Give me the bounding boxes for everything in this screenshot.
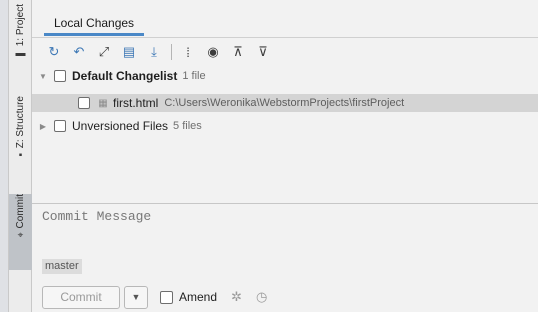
folder-icon: ▬ <box>15 48 26 60</box>
commit-button[interactable]: Commit <box>42 285 120 309</box>
commit-tool-window: Local Changes ↻ ↶ ⤢ ▤ ⤓ ⁞ ◉ ⊼ ⊽ ▼ Defaul… <box>32 0 538 312</box>
commit-icon: ⌖ <box>17 230 24 242</box>
side-tab-project[interactable]: 1: Project ▬ <box>9 4 32 82</box>
changelist-checkbox[interactable] <box>54 70 66 82</box>
side-tab-structure-label: Z: Structure <box>15 96 26 149</box>
history-icon[interactable]: ◷ <box>256 289 267 305</box>
changelist-row[interactable]: ▼ Default Changelist 1 file <box>32 67 538 85</box>
commit-actions: Commit ▼ Amend ✲ ◷ <box>42 285 538 309</box>
unversioned-row[interactable]: ▶ Unversioned Files 5 files <box>32 117 538 135</box>
side-tab-project-label: 1: Project <box>15 4 26 47</box>
file-name: first.html <box>113 96 159 110</box>
tab-local-changes[interactable]: Local Changes <box>44 14 145 36</box>
update-icon[interactable]: ⤓ <box>144 42 164 62</box>
tool-window-bar: 1: Project ▬ Z: Structure ▪ Commit ⌖ <box>9 0 32 312</box>
expand-arrow-icon[interactable]: ▶ <box>38 122 48 131</box>
rollback-icon[interactable]: ↶ <box>69 42 89 62</box>
amend-checkbox[interactable] <box>160 290 173 304</box>
structure-icon: ▪ <box>18 150 23 162</box>
unversioned-name: Unversioned Files <box>72 119 169 133</box>
gear-icon[interactable]: ✲ <box>231 289 242 305</box>
panel-divider[interactable] <box>32 203 538 204</box>
changelist-count: 1 file <box>182 70 206 82</box>
amend-label: Amend <box>179 290 218 304</box>
tab-bar: Local Changes <box>32 0 538 38</box>
shelve-icon[interactable]: ▤ <box>119 42 139 62</box>
file-checkbox[interactable] <box>78 97 90 109</box>
expand-all-icon[interactable]: ⊼ <box>228 42 248 62</box>
collapse-arrow-icon[interactable]: ▼ <box>38 72 48 81</box>
side-tab-commit-label: Commit <box>15 194 26 229</box>
file-path: C:\Users\Weronika\WebstormProjects\first… <box>164 97 405 109</box>
changes-tree: ▼ Default Changelist 1 file ▦ first.html… <box>32 65 538 203</box>
changelist-name: Default Changelist <box>72 69 178 83</box>
toolbar-separator <box>171 44 172 60</box>
group-by-icon[interactable]: ⁞ <box>178 42 198 62</box>
collapse-all-icon[interactable]: ⊽ <box>253 42 273 62</box>
side-tab-structure[interactable]: Z: Structure ▪ <box>9 96 32 186</box>
commit-options-dropdown[interactable]: ▼ <box>124 285 148 309</box>
file-row[interactable]: ▦ first.html C:\Users\Weronika\WebstormP… <box>32 94 538 112</box>
show-diff-icon[interactable]: ⤢ <box>94 42 114 62</box>
branch-label: master <box>42 259 82 274</box>
commit-message-input[interactable]: Commit Message <box>42 209 151 224</box>
unversioned-checkbox[interactable] <box>54 120 66 132</box>
changes-toolbar: ↻ ↶ ⤢ ▤ ⤓ ⁞ ◉ ⊼ ⊽ <box>32 39 538 65</box>
side-tab-commit[interactable]: Commit ⌖ <box>9 194 32 270</box>
html-file-icon: ▦ <box>98 97 108 109</box>
preview-icon[interactable]: ◉ <box>203 42 223 62</box>
window-edge <box>0 0 9 312</box>
chevron-down-icon: ▼ <box>131 292 141 302</box>
unversioned-count: 5 files <box>173 120 202 132</box>
refresh-icon[interactable]: ↻ <box>44 42 64 62</box>
